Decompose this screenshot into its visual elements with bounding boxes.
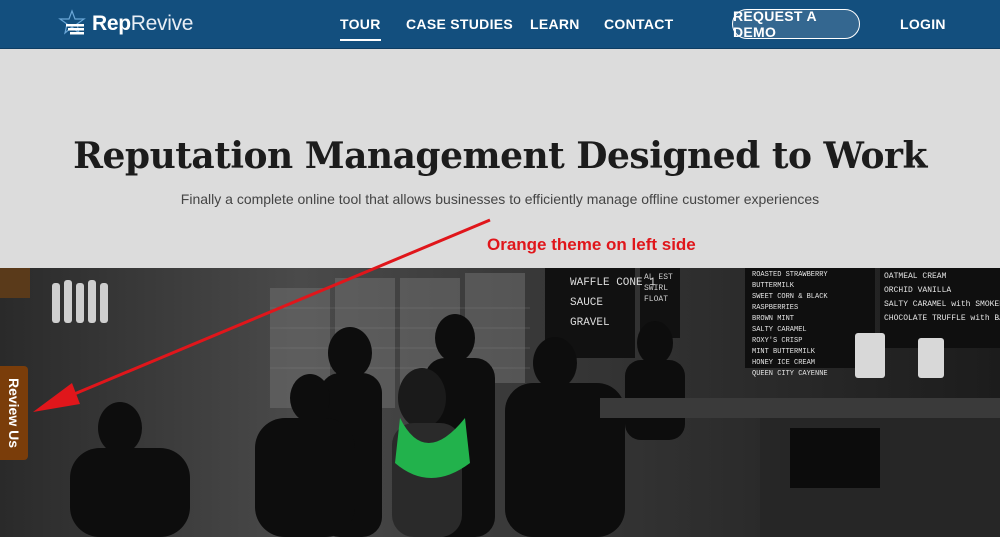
annotation-arrow-icon [33, 218, 491, 412]
